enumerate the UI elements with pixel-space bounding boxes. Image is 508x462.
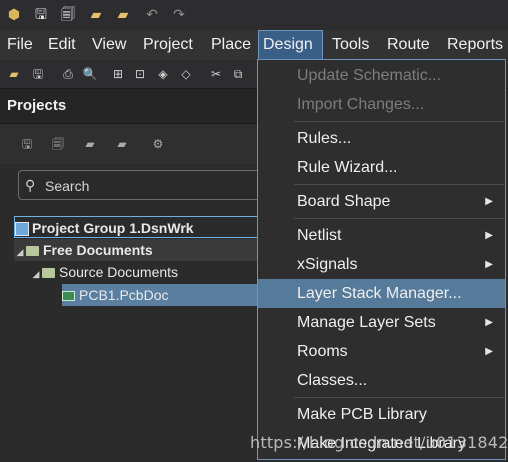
menu-item-label: Manage Layer Sets [297,314,436,331]
menu-item-layer-stack-manager[interactable]: Layer Stack Manager... [258,279,505,308]
menu-item-update-schematic[interactable]: Update Schematic... [258,61,505,90]
menu-separator [294,121,504,122]
menu-item-label: Rooms [297,343,348,360]
menu-tools[interactable]: Tools [328,30,373,60]
gear-icon[interactable]: ⚙ [151,137,165,151]
menu-separator [294,184,504,185]
tree-item-free-documents[interactable]: ◢ Free Documents [14,239,258,261]
tree-item-label: Project Group 1.DsnWrk [32,220,194,236]
tree-item-source-documents[interactable]: ◢ Source Documents [30,261,258,283]
save-all-icon[interactable]: 🗐 [60,6,76,22]
menu-item-rules[interactable]: Rules... [258,124,505,153]
zoom-filtered-icon[interactable]: ◇ [178,66,194,82]
menu-separator [294,218,504,219]
tree-item-label: Source Documents [59,264,179,280]
tree-item-project-group[interactable]: Project Group 1.DsnWrk [14,216,258,238]
folder-icon [42,268,55,279]
expand-caret-icon[interactable]: ◢ [30,263,42,285]
menu-item-xsignals[interactable]: xSignals ▶ [258,250,505,279]
menu-bar: File Edit View Project Place Design Tool… [0,30,508,60]
zoom-selected-icon[interactable]: ◈ [155,66,171,82]
submenu-arrow-icon: ▶ [485,259,493,270]
open-icon[interactable]: ▰ [6,66,22,82]
project-group-icon [15,222,29,237]
menu-route[interactable]: Route [383,30,434,60]
menu-item-board-shape[interactable]: Board Shape ▶ [258,187,505,216]
print-icon[interactable]: ⎙ [60,66,76,82]
pcb-document-icon [62,291,75,302]
menu-separator [294,397,504,398]
menu-reports[interactable]: Reports [443,30,507,60]
menu-edit[interactable]: Edit [44,30,80,60]
submenu-arrow-icon: ▶ [485,196,493,207]
redo-icon[interactable]: ↷ [171,6,187,22]
menu-item-label: Board Shape [297,193,391,210]
save-icon[interactable]: 🖫 [30,66,46,82]
print-preview-icon[interactable]: 🔍 [82,66,98,82]
menu-file[interactable]: File [3,30,37,60]
menu-project[interactable]: Project [139,30,197,60]
menu-item-import-changes[interactable]: Import Changes... [258,90,505,119]
compile-icon[interactable]: ▰ [115,137,129,151]
folder-icon [26,246,39,257]
open-project-icon[interactable]: ▰ [115,6,131,22]
menu-item-manage-layer-sets[interactable]: Manage Layer Sets ▶ [258,308,505,337]
save-all-icon[interactable]: 🗐 [51,137,65,151]
panel-header: Projects [0,89,258,124]
project-options-icon[interactable]: ▰ [83,137,97,151]
search-icon: ⚲ [25,177,36,193]
submenu-arrow-icon: ▶ [485,230,493,241]
menu-item-classes[interactable]: Classes... [258,366,505,395]
panel-title: Projects [7,97,67,114]
tree-item-label: Free Documents [43,242,153,258]
tree-item-label: PCB1.PcbDoc [79,287,169,303]
tree-item-pcb-file[interactable]: PCB1.PcbDoc [62,284,258,306]
menu-item-label: xSignals [297,256,358,273]
menu-design[interactable]: Design [258,30,323,60]
projects-panel: Projects 🖫 🗐 ▰ ▰ ⚙ ⚲ Project Group 1.Dsn… [0,89,263,462]
panel-toolbar: 🖫 🗐 ▰ ▰ ⚙ [0,124,258,164]
cut-icon[interactable]: ✂ [208,66,224,82]
expand-caret-icon[interactable]: ◢ [14,241,26,263]
submenu-arrow-icon: ▶ [485,346,493,357]
app-logo-icon: ⬢ [7,6,21,22]
undo-icon[interactable]: ↶ [144,6,160,22]
submenu-arrow-icon: ▶ [485,317,493,328]
watermark: https://blog.csdn.net/u013184229 [250,433,508,452]
menu-place[interactable]: Place [207,30,255,60]
menu-item-rule-wizard[interactable]: Rule Wizard... [258,153,505,182]
open-folder-icon[interactable]: ▰ [88,6,104,22]
save-icon[interactable]: 🖫 [20,137,34,151]
search-input[interactable] [43,177,257,195]
menu-item-rooms[interactable]: Rooms ▶ [258,337,505,366]
zoom-area-icon[interactable]: ⊡ [132,66,148,82]
title-bar: ⬢ 🖫 🗐 ▰ ▰ ↶ ↷ [0,0,508,31]
menu-item-make-pcb-library[interactable]: Make PCB Library [258,400,505,429]
copy-icon[interactable]: ⧉ [230,66,246,82]
menu-item-netlist[interactable]: Netlist ▶ [258,221,505,250]
save-icon[interactable]: 🖫 [33,6,49,22]
search-box[interactable]: ⚲ [18,170,263,200]
design-menu-dropdown: Update Schematic... Import Changes... Ru… [257,59,506,460]
menu-item-label: Netlist [297,227,342,244]
zoom-fit-icon[interactable]: ⊞ [110,66,126,82]
menu-view[interactable]: View [88,30,130,60]
